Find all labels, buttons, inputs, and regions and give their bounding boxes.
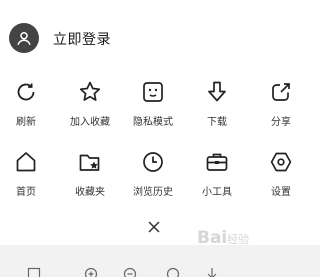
bookmarks-folder-icon [77, 149, 103, 175]
menu-item-home[interactable]: 首页 [0, 145, 58, 205]
history-clock-icon [140, 149, 166, 175]
menu-item-label: 加入收藏 [70, 117, 110, 128]
menu-item-label: 刷新 [16, 117, 36, 128]
share-icon [268, 79, 294, 105]
close-icon [148, 221, 160, 233]
settings-hexagon-icon [268, 149, 294, 175]
menu-item-history[interactable]: 浏览历史 [121, 145, 185, 205]
download-icon [204, 79, 230, 105]
menu-item-tools[interactable]: 小工具 [185, 145, 249, 205]
menu-item-label: 设置 [271, 187, 291, 198]
menu-item-label: 下载 [207, 117, 227, 128]
zoom-in-icon[interactable] [84, 267, 98, 277]
browser-menu-sheet: 立即登录 刷新 加入收藏 隐私模式 下载 分享 首页 收藏夹 浏览历史 小工具 … [0, 0, 320, 277]
close-menu-button[interactable] [143, 216, 165, 238]
menu-row-2: 首页 收藏夹 浏览历史 小工具 设置 [0, 145, 320, 205]
user-icon [17, 32, 31, 46]
zoom-out-icon[interactable] [123, 267, 137, 277]
tabs-icon[interactable] [27, 267, 41, 277]
menu-item-settings[interactable]: 设置 [249, 145, 313, 205]
login-row[interactable]: 立即登录 [0, 0, 320, 68]
menu-item-refresh[interactable]: 刷新 [0, 75, 58, 135]
download-arrow-icon[interactable] [205, 267, 219, 277]
menu-item-share[interactable]: 分享 [249, 75, 313, 135]
menu-item-label: 首页 [16, 187, 36, 198]
menu-item-privacy-mode[interactable]: 隐私模式 [121, 75, 185, 135]
home-icon [13, 149, 39, 175]
star-icon [77, 79, 103, 105]
bottom-toolbar [0, 245, 320, 277]
menu-item-bookmarks[interactable]: 收藏夹 [58, 145, 122, 205]
search-icon[interactable] [166, 267, 180, 277]
menu-item-label: 小工具 [202, 187, 232, 198]
refresh-icon [13, 79, 39, 105]
menu-item-label: 浏览历史 [133, 187, 173, 198]
menu-item-download[interactable]: 下载 [185, 75, 249, 135]
avatar[interactable] [9, 23, 39, 53]
menu-row-1: 刷新 加入收藏 隐私模式 下载 分享 [0, 75, 320, 135]
menu-item-add-favorite[interactable]: 加入收藏 [58, 75, 122, 135]
menu-item-label: 隐私模式 [133, 117, 173, 128]
menu-item-label: 收藏夹 [75, 187, 105, 198]
menu-item-label: 分享 [271, 117, 291, 128]
toolbox-icon [204, 149, 230, 175]
login-label[interactable]: 立即登录 [53, 29, 111, 49]
privacy-mode-icon [140, 79, 166, 105]
